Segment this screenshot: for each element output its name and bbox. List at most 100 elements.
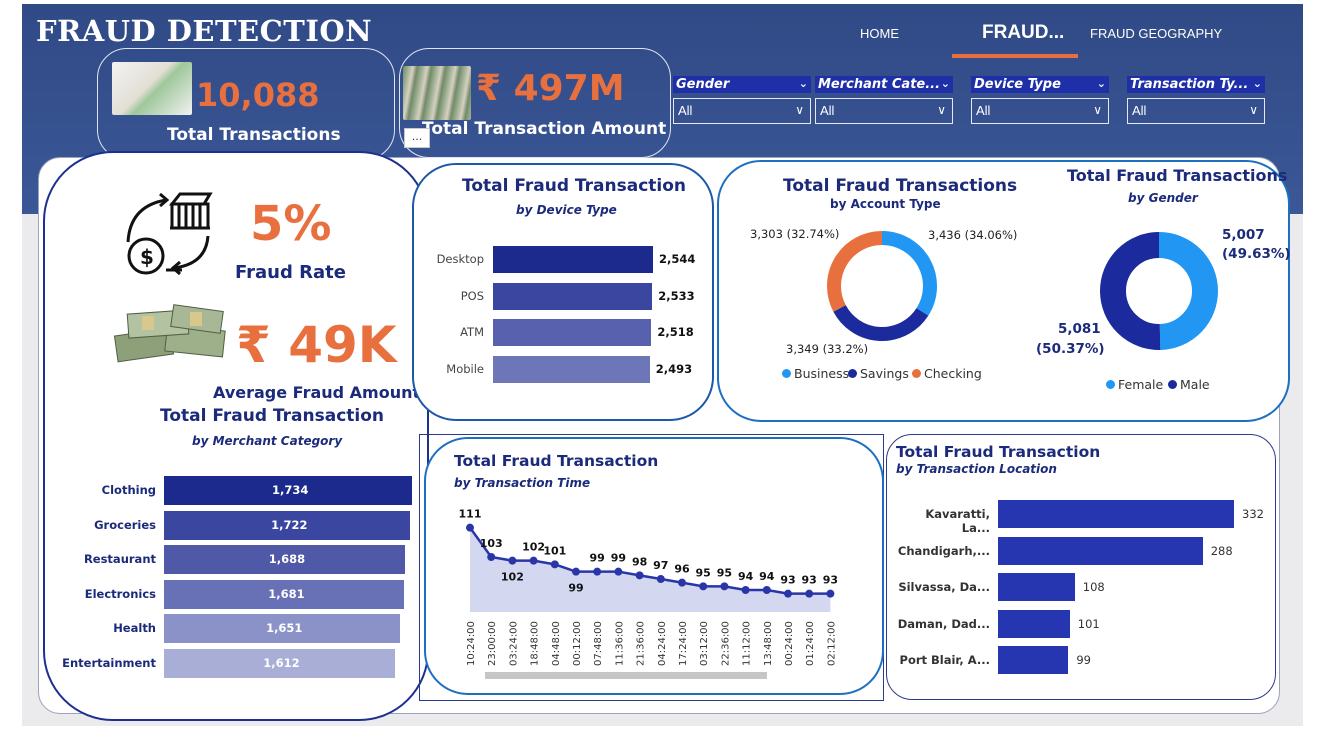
avg-fraud-amount-value: ₹ 49K xyxy=(236,316,397,374)
location-bar xyxy=(998,500,1234,528)
location-bar-value: 101 xyxy=(1077,616,1100,631)
location-bar-value: 99 xyxy=(1076,653,1091,667)
time-chart-title: Total Fraud Transaction xyxy=(454,452,659,470)
time-data-label: 99 xyxy=(611,552,626,565)
device-bar xyxy=(493,282,653,310)
legend-dot xyxy=(848,369,857,378)
time-data-label: 96 xyxy=(674,563,690,576)
chevron-down-icon: ∨ xyxy=(937,103,946,117)
legend-checking: Checking xyxy=(912,366,982,381)
time-tick-label: 23:00:00 xyxy=(487,621,498,666)
nav-home[interactable]: HOME xyxy=(860,26,899,41)
device-bar-value: 2,493 xyxy=(655,361,693,376)
legend-business: Business xyxy=(782,366,849,381)
gender-label-female-pct: (49.63%) xyxy=(1222,246,1291,262)
time-point xyxy=(656,575,665,583)
merchant-bar-value: 1,612 xyxy=(263,655,300,670)
merchant-category-label: Electronics xyxy=(84,586,156,601)
gender-slice xyxy=(1158,232,1218,350)
merchant-category-label: Restaurant xyxy=(83,552,156,566)
slicer-gender-dropdown[interactable]: All ∨ xyxy=(673,98,811,124)
time-tick-label: 00:12:00 xyxy=(572,621,583,666)
horizontal-scrollbar[interactable] xyxy=(485,672,767,679)
time-point xyxy=(699,582,708,591)
slicer-transaction-title: Transaction Ty... ⌄ xyxy=(1127,76,1265,93)
nav-fraud-geography[interactable]: FRAUD GEOGRAPHY xyxy=(1090,26,1222,41)
time-data-label: 97 xyxy=(653,559,668,572)
device-bar-value: 2,518 xyxy=(657,325,694,339)
more-options-button[interactable]: ... xyxy=(404,128,430,148)
page-title: FRAUD DETECTION xyxy=(36,14,373,48)
legend-dot xyxy=(782,369,791,378)
legend-dot xyxy=(1106,380,1115,389)
time-tick-label: 01:24:00 xyxy=(805,621,816,666)
time-tick-label: 03:12:00 xyxy=(699,621,710,666)
legend-savings: Savings xyxy=(848,366,909,381)
time-data-label: 102 xyxy=(501,571,524,584)
device-chart-subtitle: by Device Type xyxy=(516,203,617,217)
time-data-label: 111 xyxy=(459,508,482,521)
time-tick-label: 22:36:00 xyxy=(720,621,731,666)
merchant-category-label: Groceries xyxy=(94,517,156,532)
time-point xyxy=(614,567,623,576)
time-point xyxy=(826,589,835,598)
chevron-down-icon: ⌄ xyxy=(1252,77,1262,90)
account-slice xyxy=(833,304,929,341)
location-category-label: Chandigarh,... xyxy=(897,543,990,558)
location-category-label: Kavaratti, La... xyxy=(925,507,990,535)
device-category-label: POS xyxy=(460,288,484,303)
time-data-label: 93 xyxy=(802,574,817,587)
location-bar xyxy=(998,536,1203,565)
avg-fraud-amount-label: Average Fraud Amount xyxy=(213,383,421,402)
time-data-label: 103 xyxy=(480,537,503,550)
slicer-merchant-title: Merchant Cate... ⌄ xyxy=(815,76,953,93)
merchant-bar-value: 1,734 xyxy=(272,483,309,497)
merchant-bar-value: 1,722 xyxy=(271,517,308,532)
location-bar xyxy=(998,609,1070,638)
time-point xyxy=(784,589,792,598)
account-label-business: 3,436 (34.06%) xyxy=(928,228,1018,242)
slicer-device-dropdown[interactable]: All ∨ xyxy=(971,98,1109,124)
time-tick-label: 03:24:00 xyxy=(508,621,519,666)
time-tick-label: 02:12:00 xyxy=(826,621,837,666)
time-data-label: 94 xyxy=(759,570,775,583)
location-category-label: Silvassa, Da... xyxy=(898,580,990,594)
time-tick-label: 11:36:00 xyxy=(614,621,625,666)
slicer-merchant-category: Merchant Cate... ⌄ All ∨ xyxy=(815,76,953,124)
gender-label-male: 5,081 xyxy=(1058,321,1101,337)
device-bar xyxy=(493,246,653,273)
time-point xyxy=(635,571,644,580)
legend-dot xyxy=(912,369,921,378)
time-area-chart: 111 10:24:00 103 23:00:00 102 03:24:00 102 18:4… xyxy=(459,508,838,679)
merchant-bar-value: 1,681 xyxy=(268,586,305,601)
total-transactions-label: Total Transactions xyxy=(167,125,341,145)
merchant-category-label: Health xyxy=(113,621,156,635)
chevron-down-icon: ⌄ xyxy=(1096,77,1106,90)
nav-fraud[interactable]: FRAUD... xyxy=(982,22,1064,44)
time-data-label: 99 xyxy=(568,582,583,595)
account-label-savings: 3,349 (33.2%) xyxy=(786,342,869,356)
time-point xyxy=(572,567,580,576)
gender-chart-subtitle: by Gender xyxy=(1128,191,1198,205)
time-point xyxy=(529,556,538,565)
time-tick-label: 04:48:00 xyxy=(551,621,562,666)
location-category-label: Port Blair, A... xyxy=(899,653,990,667)
time-data-label: 98 xyxy=(632,555,647,568)
time-tick-label: 21:36:00 xyxy=(636,621,647,666)
money-pile-image xyxy=(113,304,226,363)
fraud-rate-label: Fraud Rate xyxy=(235,262,346,283)
slicer-transaction-dropdown[interactable]: All ∨ xyxy=(1127,98,1265,124)
gender-label-female: 5,007 xyxy=(1222,227,1265,243)
slicer-gender: Gender ⌄ All ∨ xyxy=(673,76,811,124)
device-bar-value: 2,544 xyxy=(659,252,696,266)
slicer-merchant-dropdown[interactable]: All ∨ xyxy=(815,98,953,124)
active-tab-indicator xyxy=(952,54,1078,58)
time-data-label: 101 xyxy=(543,544,566,557)
handshake-cash-image xyxy=(112,62,192,115)
location-bar-value: 288 xyxy=(1210,543,1233,558)
device-bar xyxy=(493,319,652,346)
time-tick-label: 11:12:00 xyxy=(742,621,753,666)
total-transactions-value: 10,088 xyxy=(196,76,320,114)
location-category-label: Daman, Dad... xyxy=(897,616,990,631)
time-data-label: 102 xyxy=(522,541,545,554)
